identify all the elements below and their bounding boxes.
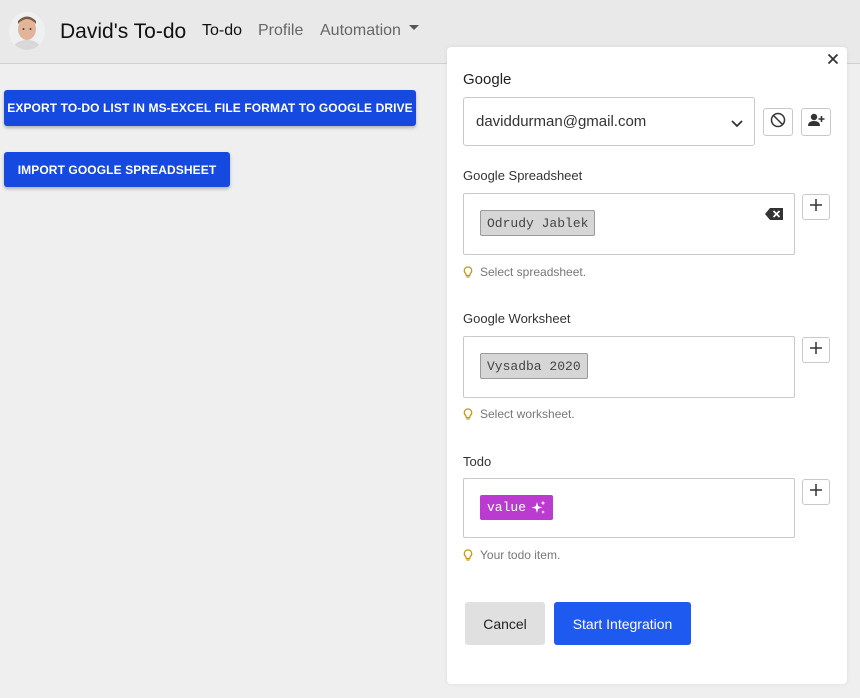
nav-automation[interactable]: Automation bbox=[320, 22, 419, 40]
plus-icon bbox=[809, 341, 823, 360]
lightbulb-icon bbox=[463, 407, 473, 420]
export-to-google-drive-button[interactable]: EXPORT TO-DO LIST IN MS-EXCEL FILE FORMA… bbox=[4, 90, 416, 126]
worksheet-field[interactable]: Vysadba 2020 bbox=[463, 336, 795, 398]
todo-value-chip[interactable]: value bbox=[480, 495, 554, 520]
worksheet-hint: Select worksheet. bbox=[463, 407, 575, 421]
add-user-icon bbox=[807, 112, 825, 133]
add-spreadsheet-button[interactable] bbox=[802, 194, 830, 220]
nav-todo[interactable]: To-do bbox=[202, 22, 242, 40]
nav-automation-label: Automation bbox=[320, 22, 401, 39]
spreadsheet-field[interactable]: Odrudy Jablek bbox=[463, 193, 795, 255]
cancel-button[interactable]: Cancel bbox=[465, 602, 545, 645]
disconnect-account-button[interactable] bbox=[763, 108, 793, 136]
chevron-down-icon bbox=[408, 25, 419, 31]
plus-icon bbox=[809, 198, 823, 217]
add-worksheet-button[interactable] bbox=[802, 337, 830, 363]
sparkle-icon bbox=[531, 500, 546, 515]
spreadsheet-hint: Select spreadsheet. bbox=[463, 265, 586, 279]
lightbulb-icon bbox=[463, 548, 473, 561]
google-integration-panel: Google daviddurman@gmail.com Google Spre… bbox=[447, 47, 847, 684]
chevron-down-icon bbox=[730, 116, 744, 133]
google-account-select[interactable]: daviddurman@gmail.com bbox=[463, 97, 755, 146]
todo-value-text: value bbox=[487, 500, 527, 515]
import-spreadsheet-button[interactable]: IMPORT GOOGLE SPREADSHEET bbox=[4, 152, 230, 187]
add-todo-button[interactable] bbox=[802, 479, 830, 505]
worksheet-chip[interactable]: Vysadba 2020 bbox=[480, 353, 588, 379]
todo-field[interactable]: value bbox=[463, 478, 795, 538]
worksheet-hint-text: Select worksheet. bbox=[480, 407, 575, 421]
block-icon bbox=[770, 112, 786, 133]
todo-hint-text: Your todo item. bbox=[480, 548, 561, 562]
lightbulb-icon bbox=[463, 265, 473, 278]
todo-label: Todo bbox=[463, 454, 492, 469]
todo-hint: Your todo item. bbox=[463, 548, 560, 562]
google-section-title: Google bbox=[463, 71, 512, 88]
nav-profile[interactable]: Profile bbox=[258, 22, 303, 40]
worksheet-label: Google Worksheet bbox=[463, 311, 571, 326]
start-integration-button[interactable]: Start Integration bbox=[554, 602, 691, 645]
close-icon[interactable] bbox=[825, 51, 841, 67]
spreadsheet-chip[interactable]: Odrudy Jablek bbox=[480, 210, 596, 236]
user-avatar[interactable] bbox=[9, 12, 45, 50]
google-account-value: daviddurman@gmail.com bbox=[476, 113, 647, 130]
add-account-button[interactable] bbox=[801, 108, 831, 136]
spreadsheet-label: Google Spreadsheet bbox=[463, 168, 583, 183]
plus-icon bbox=[809, 483, 823, 502]
spreadsheet-hint-text: Select spreadsheet. bbox=[480, 265, 587, 279]
app-title[interactable]: David's To-do bbox=[60, 20, 186, 44]
backspace-clear-icon[interactable] bbox=[764, 207, 784, 226]
